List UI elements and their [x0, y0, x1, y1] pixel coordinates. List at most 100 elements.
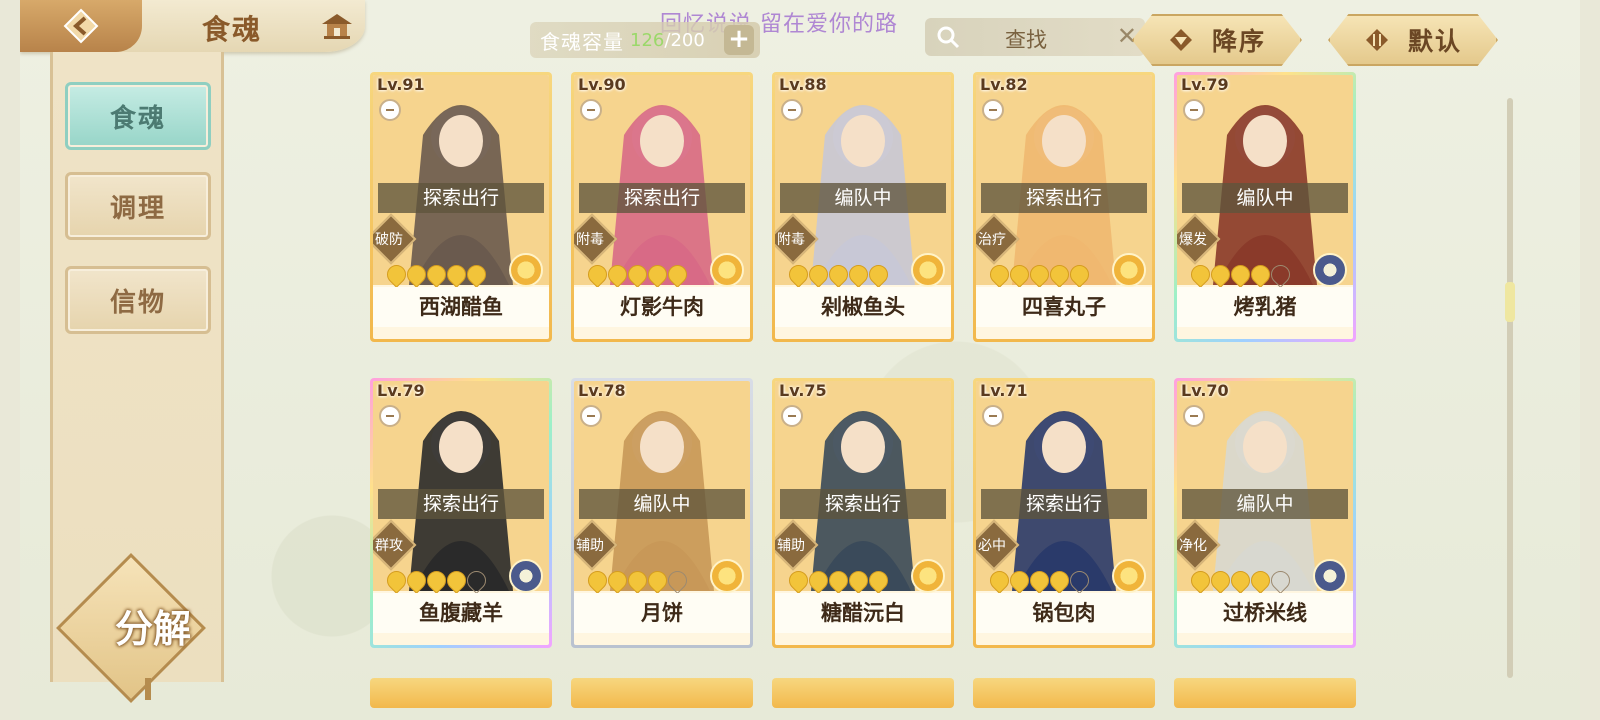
card-body: Lv.78 编队中 辅助 月饼 [574, 381, 750, 645]
card-body: Lv.82 探索出行 治疗 四喜丸子 [976, 75, 1152, 339]
star-rating [986, 567, 1093, 594]
star-rating [584, 567, 691, 594]
card-body: Lv.70 编队中 净化 过桥米线 [1177, 381, 1353, 645]
card-body: Lv.71 探索出行 必中 锅包肉 [976, 381, 1152, 645]
role-tag: 附毒 [775, 213, 819, 265]
character-card[interactable]: Lv.79 探索出行 群攻 鱼腹藏羊 [370, 378, 552, 648]
sort-mode-button[interactable]: 默认 [1328, 14, 1498, 66]
card-level: Lv.91 [377, 75, 425, 94]
character-card[interactable]: Lv.79 编队中 爆发 烤乳猪 [1174, 72, 1356, 342]
star-rating [383, 261, 490, 288]
star-rating [1187, 567, 1294, 594]
card-body: Lv.79 探索出行 群攻 鱼腹藏羊 [373, 381, 549, 645]
role-tag: 净化 [1177, 519, 1221, 571]
character-card[interactable]: Lv.75 探索出行 辅助糖醋沅白 [772, 378, 954, 648]
expand-capacity-button[interactable]: + [724, 25, 754, 55]
star-rating [584, 261, 691, 288]
flower-medal-icon [509, 253, 543, 287]
card-body: Lv.91 探索出行 破防 西湖醋鱼 [373, 75, 549, 339]
card-name: 灯影牛肉 [574, 287, 750, 327]
flower-medal-icon [1313, 253, 1347, 287]
page-title: 食魂 [202, 13, 263, 46]
lock-toggle-icon[interactable] [1183, 99, 1205, 121]
flower-medal-icon [710, 559, 744, 593]
star-icon [1267, 261, 1294, 288]
character-card[interactable]: Lv.91 探索出行 破防 西湖醋鱼 [370, 72, 552, 342]
card-status: 编队中 [579, 489, 745, 519]
character-card-partial[interactable] [571, 678, 753, 708]
back-button[interactable] [20, 0, 142, 52]
character-card[interactable]: Lv.71 探索出行 必中 锅包肉 [973, 378, 1155, 648]
tassel-decoration [145, 678, 151, 700]
capacity-display: 食魂容量 126 / 200 + [530, 22, 760, 58]
role-tag: 附毒 [574, 213, 618, 265]
clear-search-icon[interactable]: ✕ [1117, 22, 1137, 50]
card-name: 月饼 [574, 593, 750, 633]
star-icon [1066, 261, 1093, 288]
sidebar-item-tiaoli[interactable]: 调理 [65, 172, 211, 240]
card-status: 编队中 [1182, 183, 1348, 213]
star-rating [383, 567, 490, 594]
role-label: 破防 [375, 232, 403, 248]
star-rating [785, 261, 892, 288]
lock-toggle-icon[interactable] [982, 99, 1004, 121]
lock-toggle-icon[interactable] [379, 99, 401, 121]
card-status: 探索出行 [981, 183, 1147, 213]
role-label: 附毒 [576, 232, 604, 248]
star-icon [1066, 567, 1093, 594]
scrollbar-thumb[interactable] [1505, 282, 1515, 322]
card-level: Lv.75 [779, 381, 827, 400]
star-icon [463, 261, 490, 288]
character-card-partial[interactable] [370, 678, 552, 708]
role-tag: 群攻 [373, 519, 417, 571]
character-card[interactable]: Lv.82 探索出行 治疗 四喜丸子 [973, 72, 1155, 342]
sidebar-item-xinwu[interactable]: 信物 [65, 266, 211, 334]
character-card[interactable]: Lv.70 编队中 净化 过桥米线 [1174, 378, 1356, 648]
search-box[interactable]: 查找 ✕ [925, 18, 1145, 56]
sidebar-item-label: 调理 [109, 193, 166, 224]
role-tag: 治疗 [976, 213, 1020, 265]
star-icon [664, 567, 691, 594]
role-tag: 破防 [373, 213, 417, 265]
card-body: Lv.75 探索出行 辅助糖醋沅白 [775, 381, 951, 645]
role-tag: 辅助 [775, 519, 819, 571]
scrollbar-track[interactable] [1507, 98, 1513, 678]
character-card-partial[interactable] [973, 678, 1155, 708]
decompose-label: 分解 [114, 607, 191, 651]
card-status: 编队中 [1182, 489, 1348, 519]
card-level: Lv.79 [377, 381, 425, 400]
star-rating [986, 261, 1093, 288]
capacity-current: 126 [630, 29, 665, 51]
star-icon [1267, 567, 1294, 594]
role-label: 附毒 [777, 232, 805, 248]
lock-toggle-icon[interactable] [982, 405, 1004, 427]
sidebar-item-shihun[interactable]: 食魂 [65, 82, 211, 150]
role-label: 群攻 [375, 538, 403, 554]
card-status: 探索出行 [579, 183, 745, 213]
lock-toggle-icon[interactable] [580, 99, 602, 121]
character-card[interactable]: Lv.78 编队中 辅助 月饼 [571, 378, 753, 648]
character-card-partial[interactable] [772, 678, 954, 708]
pavilion-icon[interactable] [320, 12, 354, 40]
lock-toggle-icon[interactable] [781, 405, 803, 427]
role-label: 爆发 [1179, 232, 1207, 248]
sort-order-button[interactable]: 降序 [1132, 14, 1302, 66]
lock-toggle-icon[interactable] [1183, 405, 1205, 427]
character-card-partial[interactable] [1174, 678, 1356, 708]
card-name: 糖醋沅白 [775, 593, 951, 633]
card-status: 探索出行 [780, 489, 946, 519]
sort-order-label: 降序 [1211, 27, 1266, 56]
lock-toggle-icon[interactable] [781, 99, 803, 121]
star-icon [865, 567, 892, 594]
card-name: 四喜丸子 [976, 287, 1152, 327]
flower-medal-icon [1112, 253, 1146, 287]
character-card[interactable]: Lv.88 编队中 附毒 剁椒鱼头 [772, 72, 954, 342]
character-card[interactable]: Lv.90 探索出行 附毒 灯影牛肉 [571, 72, 753, 342]
lock-toggle-icon[interactable] [580, 405, 602, 427]
lock-toggle-icon[interactable] [379, 405, 401, 427]
star-icon [463, 567, 490, 594]
capacity-max: 200 [670, 29, 705, 51]
star-icon [664, 261, 691, 288]
star-rating [1187, 261, 1294, 288]
card-status: 探索出行 [378, 183, 544, 213]
